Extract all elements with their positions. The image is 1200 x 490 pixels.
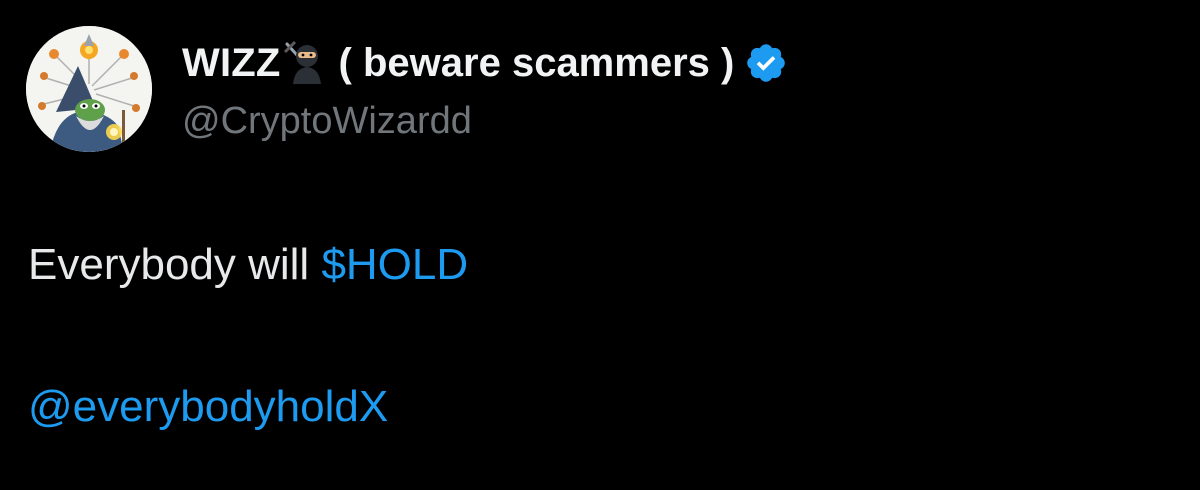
tweet-text: Everybody will $HOLD bbox=[28, 240, 468, 290]
mention-link[interactable]: @everybodyholdX bbox=[28, 382, 388, 432]
cashtag-link[interactable]: $HOLD bbox=[321, 240, 468, 289]
author-name-row[interactable]: WIZZ ( beware scammers ) bbox=[182, 38, 788, 88]
author-display-name[interactable]: WIZZ bbox=[182, 41, 281, 86]
tweet-text-prefix: Everybody will bbox=[28, 240, 322, 289]
wizard-avatar-icon bbox=[26, 26, 152, 152]
author-info: WIZZ ( beware scammers ) @CryptoWizardd bbox=[182, 38, 788, 143]
tweet-card: WIZZ ( beware scammers ) @CryptoWizardd … bbox=[0, 0, 1200, 490]
author-avatar[interactable] bbox=[26, 26, 152, 152]
ninja-icon bbox=[281, 38, 327, 84]
verified-badge-icon[interactable] bbox=[744, 41, 788, 85]
author-display-name-suffix[interactable]: ( beware scammers ) bbox=[339, 41, 735, 86]
author-handle[interactable]: @CryptoWizardd bbox=[182, 100, 788, 143]
